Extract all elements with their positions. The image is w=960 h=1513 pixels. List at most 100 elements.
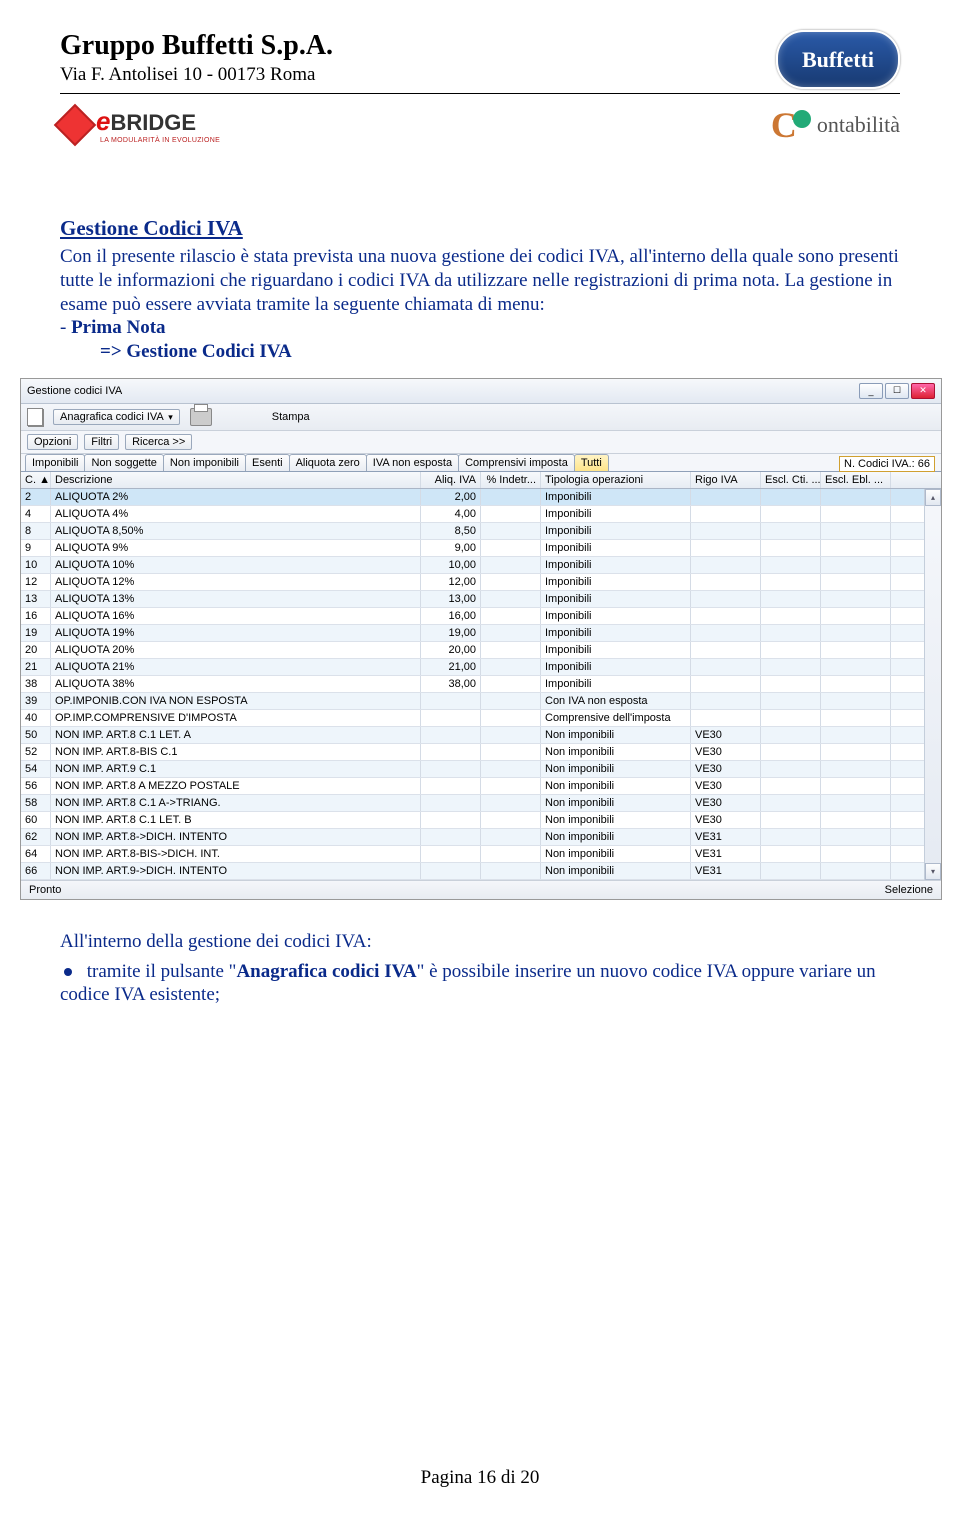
cell: VE30 bbox=[691, 727, 761, 743]
filter-tab[interactable]: Aliquota zero bbox=[289, 454, 367, 471]
cell bbox=[821, 642, 891, 658]
table-row[interactable]: 56NON IMP. ART.8 A MEZZO POSTALENon impo… bbox=[21, 778, 924, 795]
cell bbox=[481, 676, 541, 692]
cell bbox=[481, 642, 541, 658]
col-descrizione[interactable]: Descrizione bbox=[51, 472, 421, 488]
filter-tab[interactable]: Comprensivi imposta bbox=[458, 454, 575, 471]
cell bbox=[761, 812, 821, 828]
ebridge-cube-icon bbox=[54, 104, 96, 146]
table-row[interactable]: 4ALIQUOTA 4%4,00Imponibili bbox=[21, 506, 924, 523]
cell bbox=[761, 574, 821, 590]
table-row[interactable]: 52NON IMP. ART.8-BIS C.1Non imponibiliVE… bbox=[21, 744, 924, 761]
scroll-up-button[interactable]: ▴ bbox=[925, 489, 941, 506]
filter-tab[interactable]: Esenti bbox=[245, 454, 290, 471]
table-row[interactable]: 58NON IMP. ART.8 C.1 A->TRIANG.Non impon… bbox=[21, 795, 924, 812]
table-row[interactable]: 62NON IMP. ART.8->DICH. INTENTONon impon… bbox=[21, 829, 924, 846]
filtri-button[interactable]: Filtri bbox=[84, 434, 119, 450]
table-row[interactable]: 54NON IMP. ART.9 C.1Non imponibiliVE30 bbox=[21, 761, 924, 778]
cell: Comprensive dell'imposta bbox=[541, 710, 691, 726]
cell bbox=[821, 574, 891, 590]
table-row[interactable]: 16ALIQUOTA 16%16,00Imponibili bbox=[21, 608, 924, 625]
cell: Non imponibili bbox=[541, 829, 691, 845]
table-row[interactable]: 9ALIQUOTA 9%9,00Imponibili bbox=[21, 540, 924, 557]
cell bbox=[481, 710, 541, 726]
anagrafica-codici-button[interactable]: Anagrafica codici IVA ▾ bbox=[53, 409, 180, 425]
cell bbox=[481, 795, 541, 811]
window-close-button[interactable]: ✕ bbox=[911, 383, 935, 399]
cell: VE30 bbox=[691, 744, 761, 760]
vertical-scrollbar[interactable]: ▴ ▾ bbox=[924, 489, 941, 880]
table-row[interactable]: 40OP.IMP.COMPRENSIVE D'IMPOSTAComprensiv… bbox=[21, 710, 924, 727]
table-row[interactable]: 60NON IMP. ART.8 C.1 LET. BNon imponibil… bbox=[21, 812, 924, 829]
filter-tab[interactable]: Imponibili bbox=[25, 454, 85, 471]
contabilita-logo: C ontabilità bbox=[771, 104, 900, 146]
cell bbox=[421, 795, 481, 811]
cell bbox=[821, 523, 891, 539]
cell: NON IMP. ART.9 C.1 bbox=[51, 761, 421, 777]
table-row[interactable]: 10ALIQUOTA 10%10,00Imponibili bbox=[21, 557, 924, 574]
cell: ALIQUOTA 16% bbox=[51, 608, 421, 624]
cell: 52 bbox=[21, 744, 51, 760]
col-escl-cti[interactable]: Escl. Cti. ... bbox=[761, 472, 821, 488]
filter-tab[interactable]: Non imponibili bbox=[163, 454, 246, 471]
col-rigo-iva[interactable]: Rigo IVA bbox=[691, 472, 761, 488]
cell bbox=[691, 642, 761, 658]
cell bbox=[761, 608, 821, 624]
cell bbox=[691, 625, 761, 641]
window-minimize-button[interactable]: _ bbox=[859, 383, 883, 399]
document-icon bbox=[27, 408, 43, 426]
cell bbox=[421, 863, 481, 879]
table-row[interactable]: 66NON IMP. ART.9->DICH. INTENTONon impon… bbox=[21, 863, 924, 880]
ebridge-logo: eBRIDGE LA MODULARITÀ IN EVOLUZIONE bbox=[60, 106, 220, 144]
table-row[interactable]: 39OP.IMPONIB.CON IVA NON ESPOSTACon IVA … bbox=[21, 693, 924, 710]
table-row[interactable]: 21ALIQUOTA 21%21,00Imponibili bbox=[21, 659, 924, 676]
stampa-link[interactable]: Stampa bbox=[272, 411, 310, 423]
cell bbox=[761, 710, 821, 726]
cell bbox=[821, 761, 891, 777]
table-row[interactable]: 19ALIQUOTA 19%19,00Imponibili bbox=[21, 625, 924, 642]
opzioni-button[interactable]: Opzioni bbox=[27, 434, 78, 450]
ricerca-button[interactable]: Ricerca >> bbox=[125, 434, 192, 450]
cell: 20,00 bbox=[421, 642, 481, 658]
table-row[interactable]: 13ALIQUOTA 13%13,00Imponibili bbox=[21, 591, 924, 608]
cell bbox=[421, 693, 481, 709]
data-grid: C. ▲ Descrizione Aliq. IVA % Indetr... T… bbox=[21, 472, 941, 880]
cell bbox=[761, 761, 821, 777]
cell bbox=[761, 659, 821, 675]
table-row[interactable]: 2ALIQUOTA 2%2,00Imponibili bbox=[21, 489, 924, 506]
cell: 39 bbox=[21, 693, 51, 709]
cell bbox=[821, 591, 891, 607]
col-escl-ebl[interactable]: Escl. Ebl. ... bbox=[821, 472, 891, 488]
filter-tab[interactable]: Tutti bbox=[574, 454, 609, 471]
table-row[interactable]: 50NON IMP. ART.8 C.1 LET. ANon imponibil… bbox=[21, 727, 924, 744]
status-bar: Pronto Selezione bbox=[21, 880, 941, 899]
menu-gestione-codici: => Gestione Codici IVA bbox=[100, 341, 292, 362]
window-maximize-button[interactable]: ☐ bbox=[885, 383, 909, 399]
filter-tab[interactable]: IVA non esposta bbox=[366, 454, 459, 471]
cell bbox=[761, 744, 821, 760]
cell: ALIQUOTA 21% bbox=[51, 659, 421, 675]
table-row[interactable]: 12ALIQUOTA 12%12,00Imponibili bbox=[21, 574, 924, 591]
col-indetr[interactable]: % Indetr... bbox=[481, 472, 541, 488]
col-code[interactable]: C. ▲ bbox=[21, 472, 51, 488]
col-aliq-iva[interactable]: Aliq. IVA bbox=[421, 472, 481, 488]
table-row[interactable]: 20ALIQUOTA 20%20,00Imponibili bbox=[21, 642, 924, 659]
col-tipologia[interactable]: Tipologia operazioni bbox=[541, 472, 691, 488]
cell bbox=[481, 523, 541, 539]
printer-icon[interactable] bbox=[190, 408, 212, 426]
cell: Imponibili bbox=[541, 676, 691, 692]
table-row[interactable]: 64NON IMP. ART.8-BIS->DICH. INT.Non impo… bbox=[21, 846, 924, 863]
cell bbox=[691, 489, 761, 505]
cell bbox=[481, 591, 541, 607]
cell bbox=[481, 574, 541, 590]
cell bbox=[761, 727, 821, 743]
cell: ALIQUOTA 38% bbox=[51, 676, 421, 692]
scroll-down-button[interactable]: ▾ bbox=[925, 863, 941, 880]
cell: 19 bbox=[21, 625, 51, 641]
filter-tab[interactable]: Non soggette bbox=[84, 454, 163, 471]
cell: 10,00 bbox=[421, 557, 481, 573]
cell: 66 bbox=[21, 863, 51, 879]
cell bbox=[421, 778, 481, 794]
table-row[interactable]: 8ALIQUOTA 8,50%8,50Imponibili bbox=[21, 523, 924, 540]
table-row[interactable]: 38ALIQUOTA 38%38,00Imponibili bbox=[21, 676, 924, 693]
